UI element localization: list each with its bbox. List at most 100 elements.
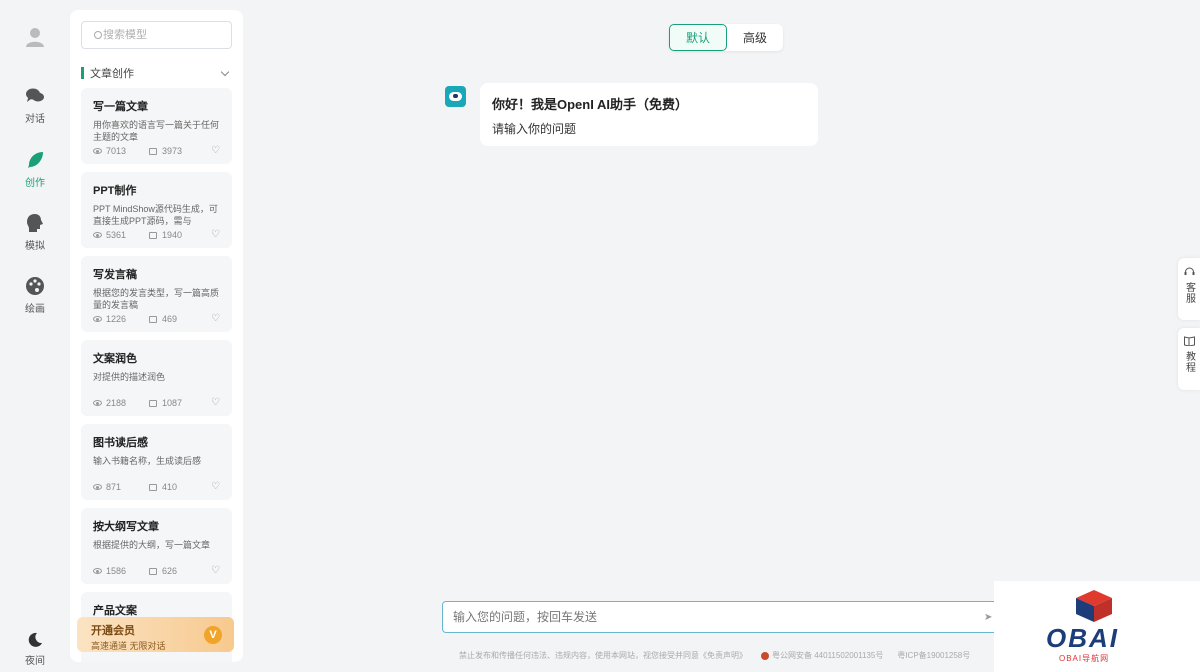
rail-item-label: 对话 [25,114,45,125]
chevron-down-icon[interactable] [220,67,230,76]
category-title: 文章创作 [90,68,134,80]
message-input[interactable] [453,610,973,624]
message-input-box[interactable] [442,601,998,633]
card-description: 根据您的发言类型，写一篇高质量的发言稿 [93,288,220,310]
card-title: 图书读后感 [93,437,148,449]
watermark-sub: OBAI导航网 [1059,654,1110,663]
view-count: 7013 [106,146,127,156]
eye-icon [93,568,102,574]
card-description: 用你喜欢的语言写一篇关于任何主题的文章 [93,120,220,142]
headset-icon [1184,266,1195,280]
eye-icon [93,400,102,406]
comment-icon [149,147,157,155]
feather-icon [24,150,46,170]
watermark-logo: OBAI OBAI导航网 [994,581,1200,672]
card-description: 输入书籍名称，生成读后感 [93,456,202,466]
rail-item-simulate[interactable]: 模拟 [0,213,70,263]
comment-count: 410 [162,482,178,492]
rail-item-draw[interactable]: 绘画 [0,276,70,326]
card-title: 产品文案 [93,605,137,617]
comment-count: 3973 [162,146,183,156]
search-icon [94,31,102,39]
eye-icon [93,148,102,154]
avatar[interactable] [22,24,48,50]
card-title: 写一篇文章 [93,101,148,113]
heart-icon[interactable]: ♡ [211,482,220,492]
model-card-list: 写一篇文章 用你喜欢的语言写一篇关于任何主题的文章 7013 3973 ♡ PP… [81,88,232,662]
heart-icon[interactable]: ♡ [211,398,220,408]
model-card[interactable]: 按大纲写文章 根据提供的大纲，写一篇文章 1586 626 ♡ [81,508,232,584]
category-header[interactable]: 文章创作 [81,64,232,82]
view-count: 5361 [106,230,127,240]
heart-icon[interactable]: ♡ [211,314,220,324]
heart-icon[interactable]: ♡ [211,146,220,156]
model-card[interactable]: 文案润色 对提供的描述润色 2188 1087 ♡ [81,340,232,416]
footer-police: 粤公网安备 44011502001135号 [761,650,883,661]
moon-icon [24,630,46,650]
vip-badge-icon: V [204,626,222,644]
view-count: 1586 [106,566,127,576]
view-count: 1226 [106,314,127,324]
police-record[interactable]: 粤公网安备 44011502001135号 [772,651,883,660]
cube-logo-icon [1076,590,1112,622]
heart-icon[interactable]: ♡ [211,230,220,240]
mode-default-button[interactable]: 默认 [669,24,727,51]
search-input[interactable] [103,29,223,41]
mode-toggle: 默认 高级 [669,24,783,51]
card-description: 根据提供的大纲，写一篇文章 [93,540,211,550]
view-count: 2188 [106,398,127,408]
search-box[interactable] [81,21,232,49]
model-card[interactable]: 写一篇文章 用你喜欢的语言写一篇关于任何主题的文章 7013 3973 ♡ [81,88,232,164]
comment-icon [149,567,157,575]
send-icon[interactable]: ➤ [984,612,992,623]
comment-icon [149,315,157,323]
book-icon [1183,336,1195,349]
rail-item-chat[interactable]: 对话 [0,86,70,136]
head-icon [24,213,46,233]
comment-count: 1087 [162,398,183,408]
card-title: PPT制作 [93,185,137,197]
eye-icon [93,316,102,322]
view-count: 871 [106,482,122,492]
footer-notice[interactable]: 禁止发布和传播任何违法、违规内容，使用本网站，视您接受并同意《免责声明》 [459,650,747,661]
vip-banner[interactable]: 开通会员 高速通道 无限对话 V [77,617,234,652]
eye-icon [93,484,102,490]
customer-service-button[interactable]: 客服 [1178,258,1200,320]
comment-count: 626 [162,566,178,576]
icp-record[interactable]: 粤ICP备19001258号 [897,650,970,661]
card-title: 写发言稿 [93,269,137,281]
model-card[interactable]: 写发言稿 根据您的发言类型，写一篇高质量的发言稿 1226 469 ♡ [81,256,232,332]
chat-icon [24,86,46,106]
rail-item-label: 绘画 [25,304,45,315]
police-badge-icon [761,651,769,660]
card-description: 对提供的描述润色 [93,372,166,382]
rail-item-label: 模拟 [25,241,45,252]
watermark-brand: OBAI [1046,623,1119,653]
customer-service-label: 客服 [1183,282,1195,304]
greeting-text: 你好！我是OpenI AI助手（免费） [492,97,688,112]
rail-item-create[interactable]: 创作 [0,150,70,200]
comment-count: 1940 [162,230,183,240]
footer: 禁止发布和传播任何违法、违规内容，使用本网站，视您接受并同意《免责声明》 粤公网… [459,650,970,661]
comment-count: 469 [162,314,178,324]
user-icon [26,28,44,47]
bot-avatar [445,86,466,107]
eye-icon [93,232,102,238]
category-marker [81,67,84,79]
palette-icon [24,276,46,296]
tutorial-label: 教程 [1183,351,1195,373]
mode-advanced-button[interactable]: 高级 [727,24,783,51]
bot-message: 你好！我是OpenI AI助手（免费） 请输入你的问题 [480,83,818,146]
left-rail: 对话 创作 模拟 绘画 夜间 [0,0,70,672]
heart-icon[interactable]: ♡ [211,566,220,576]
robot-icon [449,92,462,101]
tutorial-button[interactable]: 教程 [1178,328,1200,390]
comment-icon [149,399,157,407]
model-card[interactable]: PPT制作 PPT MindShow源代码生成，可直接生成PPT源码，需与Min… [81,172,232,248]
night-mode-toggle[interactable]: 夜间 [0,630,70,672]
comment-icon [149,483,157,491]
model-sidebar: 文章创作 写一篇文章 用你喜欢的语言写一篇关于任何主题的文章 7013 3973… [70,10,243,662]
card-title: 文案润色 [93,353,137,365]
card-description: PPT MindShow源代码生成，可直接生成PPT源码，需与MindShow [93,204,218,229]
model-card[interactable]: 图书读后感 输入书籍名称，生成读后感 871 410 ♡ [81,424,232,500]
